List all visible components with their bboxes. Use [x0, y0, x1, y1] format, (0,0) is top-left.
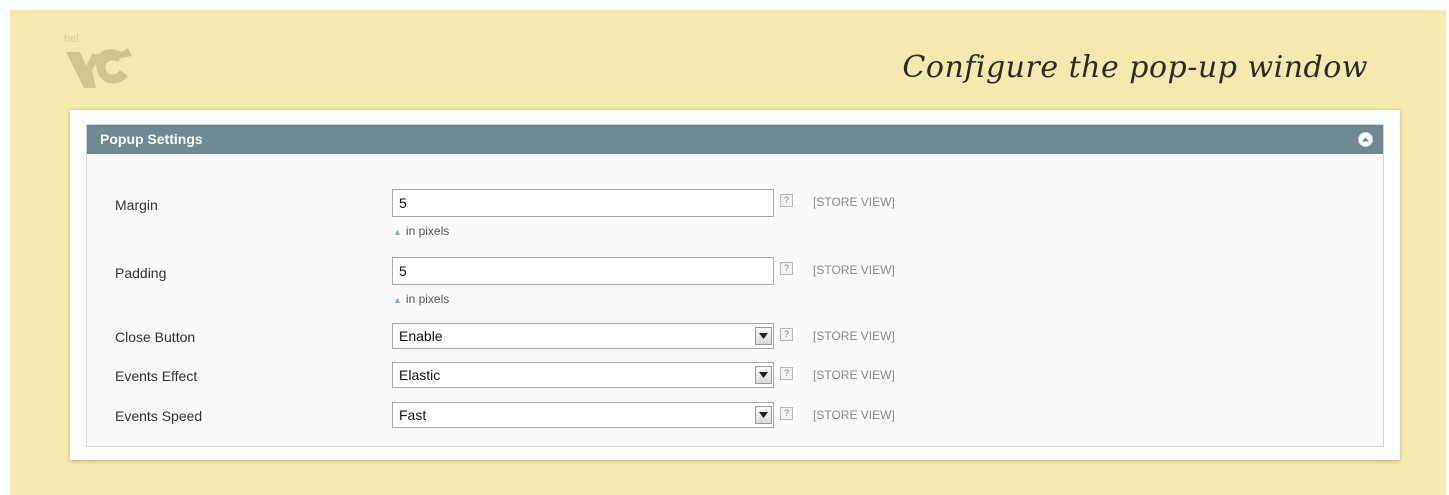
- select-value: Fast: [399, 407, 427, 423]
- chevron-down-icon[interactable]: [755, 406, 772, 424]
- field-label: Events Effect: [115, 368, 198, 384]
- scope-label: [STORE VIEW]: [813, 263, 895, 277]
- scope-label: [STORE VIEW]: [813, 408, 895, 422]
- chevron-up-icon[interactable]: [1358, 132, 1373, 147]
- events-speed-select[interactable]: Fast: [392, 402, 774, 428]
- triangle-up-icon: ▲: [393, 295, 402, 305]
- field-row-margin: Margin ? [STORE VIEW] ▲in pixels: [87, 189, 1383, 238]
- select-value: Enable: [399, 328, 443, 344]
- popup-settings-fieldset: Popup Settings Margin ? [STORE VIEW] ▲in…: [86, 124, 1384, 447]
- field-label: Padding: [115, 265, 167, 281]
- scope-label: [STORE VIEW]: [813, 368, 895, 382]
- settings-panel: Popup Settings Margin ? [STORE VIEW] ▲in…: [70, 110, 1400, 460]
- scope-label: [STORE VIEW]: [813, 195, 895, 209]
- margin-input[interactable]: [392, 189, 774, 217]
- field-row-events-effect: Events Effect Elastic ? [STORE VIEW]: [87, 362, 1383, 392]
- help-icon[interactable]: ?: [780, 407, 793, 420]
- events-effect-select[interactable]: Elastic: [392, 362, 774, 388]
- chevron-down-icon[interactable]: [755, 327, 772, 345]
- close-button-select[interactable]: Enable: [392, 323, 774, 349]
- field-note: ▲ in pixels: [393, 224, 450, 238]
- page-caption: Configure the pop-up window: [902, 50, 1368, 85]
- help-icon[interactable]: ?: [780, 194, 793, 207]
- field-row-events-speed: Events Speed Fast ? [STORE VIEW]: [87, 402, 1383, 432]
- canvas-background: bel Configure the pop-up window Popup Se…: [10, 10, 1446, 495]
- field-label: Margin: [115, 197, 158, 213]
- field-row-padding: Padding ? [STORE VIEW] ▲in pixels: [87, 257, 1383, 306]
- field-note: ▲ in pixels: [393, 292, 450, 306]
- help-icon[interactable]: ?: [780, 328, 793, 341]
- section-title: Popup Settings: [100, 131, 203, 147]
- triangle-up-icon: ▲: [393, 227, 402, 237]
- field-row-close-button: Close Button Enable ? [STORE VIEW]: [87, 323, 1383, 353]
- belvg-logo-icon: bel: [62, 30, 134, 94]
- scope-label: [STORE VIEW]: [813, 329, 895, 343]
- select-value: Elastic: [399, 367, 441, 383]
- field-label: Events Speed: [115, 408, 203, 424]
- svg-text:bel: bel: [64, 33, 79, 45]
- help-icon[interactable]: ?: [780, 367, 793, 380]
- padding-input[interactable]: [392, 257, 774, 285]
- chevron-down-icon[interactable]: [755, 366, 772, 384]
- section-header[interactable]: Popup Settings: [87, 125, 1383, 154]
- help-icon[interactable]: ?: [780, 262, 793, 275]
- field-label: Close Button: [115, 329, 196, 345]
